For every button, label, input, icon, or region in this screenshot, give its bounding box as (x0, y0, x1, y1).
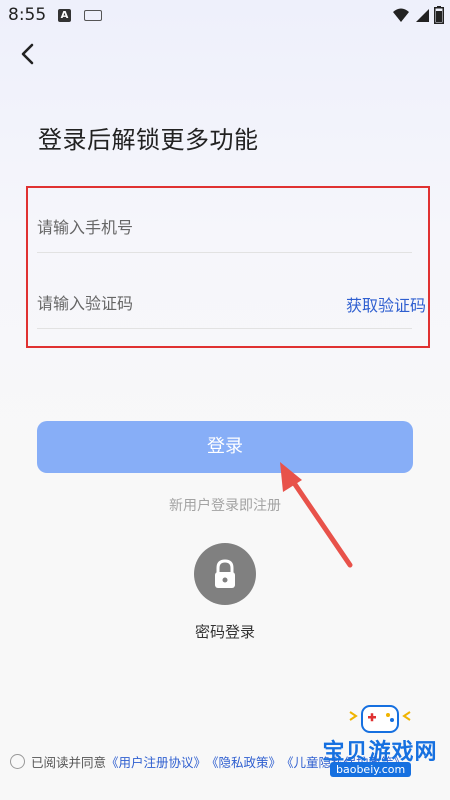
notification-a-icon: A (58, 9, 71, 22)
battery-icon (434, 6, 444, 24)
phone-field (37, 200, 412, 253)
agreement-row: 已阅读并同意 《用户注册协议》 《隐私政策》 《儿童隐私保护政策》 (10, 752, 406, 771)
user-agreement-link[interactable]: 《用户注册协议》 (106, 752, 206, 771)
agreement-prefix: 已阅读并同意 (31, 755, 107, 770)
code-input[interactable] (37, 288, 297, 318)
wifi-icon (393, 8, 409, 22)
watermark: 宝贝游戏网 baobeiy.com (310, 700, 450, 800)
child-privacy-link[interactable]: 《儿童隐私保护政策》 (281, 752, 406, 771)
chevron-left-icon (21, 43, 34, 65)
get-code-button[interactable]: 获取验证码 (346, 292, 426, 316)
status-time: 8:55 (8, 5, 47, 25)
password-login-label: 密码登录 (194, 623, 255, 641)
status-icons (392, 6, 444, 24)
signal-icon (416, 9, 429, 22)
keyboard-icon (84, 10, 102, 21)
status-bar: 8:55 A (0, 0, 450, 30)
back-button[interactable] (16, 42, 40, 66)
page-title: 登录后解锁更多功能 (38, 126, 259, 154)
phone-input[interactable] (37, 212, 297, 242)
password-login-button[interactable] (194, 543, 256, 605)
privacy-policy-link[interactable]: 《隐私政策》 (206, 752, 281, 771)
agree-checkbox[interactable] (10, 754, 25, 769)
login-button[interactable]: 登录 (37, 421, 413, 473)
lock-icon (215, 559, 235, 588)
gamepad-icon (349, 705, 411, 733)
register-hint: 新用户登录即注册 (169, 498, 281, 514)
